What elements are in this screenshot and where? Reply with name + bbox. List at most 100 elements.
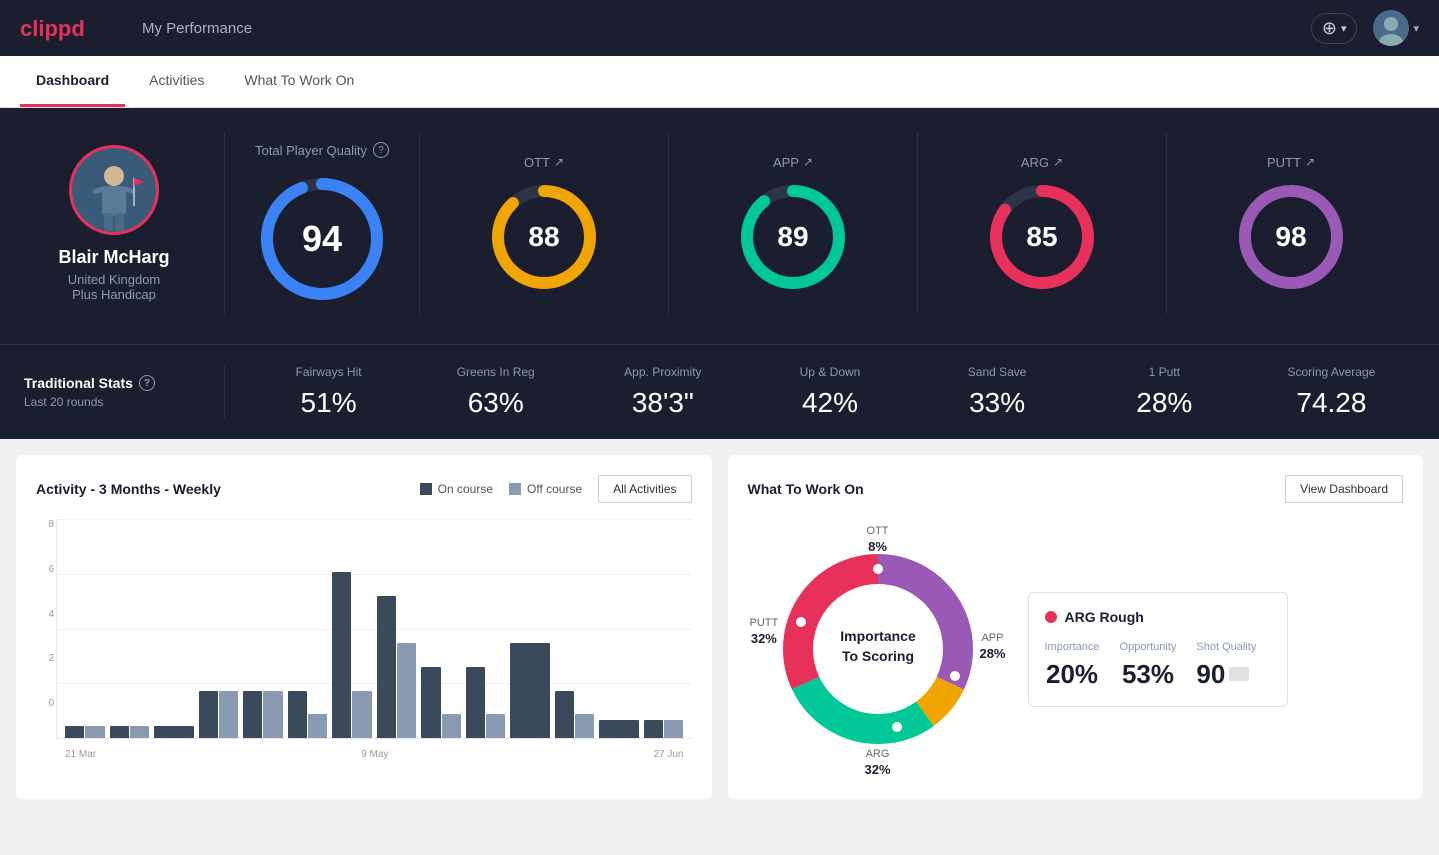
on-course-swatch [420,483,432,495]
trad-stat-fairways: Fairways Hit 51% [245,365,412,419]
bar-off [352,691,371,738]
bar-on [644,720,663,738]
chart-header: Activity - 3 Months - Weekly On course O… [36,475,692,503]
bar-on [65,726,84,738]
donut-label-putt: PUTT 32% [750,613,779,646]
y-label-2: 2 [48,653,54,664]
ott-trend: ↗ [554,155,564,169]
bar-on [421,667,440,738]
trad-stat-gir: Greens In Reg 63% [412,365,579,419]
off-course-swatch [509,483,521,495]
bar-group-4 [199,691,239,738]
svg-text:To Scoring: To Scoring [841,648,913,664]
work-panel: What To Work On View Dashboard [728,455,1424,799]
bar-group-10 [466,667,506,738]
legend-on-course: On course [420,482,493,496]
bar-on [154,726,194,738]
logo[interactable]: clippd [20,14,110,42]
bar-off [442,714,461,738]
donut-label-app: APP 28% [979,628,1005,661]
chart-legend: On course Off course [420,482,583,496]
trad-stats-values: Fairways Hit 51% Greens In Reg 63% App. … [224,365,1415,419]
view-dashboard-button[interactable]: View Dashboard [1285,475,1403,503]
bar-on [377,596,396,738]
info-stat-importance: Importance 20% [1045,641,1100,690]
player-avatar [69,145,159,235]
svg-text:Importance: Importance [840,628,916,644]
plus-icon: ⊕ [1322,18,1337,39]
hero-section: Blair McHarg United Kingdom Plus Handica… [0,108,1439,344]
ott-ring: 88 [489,182,599,292]
traditional-stats: Traditional Stats ? Last 20 rounds Fairw… [0,344,1439,439]
all-activities-button[interactable]: All Activities [598,475,691,503]
work-title: What To Work On [748,481,864,497]
score-col-app: APP ↗ 89 [669,132,918,314]
info-stat-opportunity: Opportunity 53% [1120,641,1177,690]
putt-trend: ↗ [1305,155,1315,169]
y-label-8: 8 [48,519,54,530]
player-info: Blair McHarg United Kingdom Plus Handica… [24,145,224,302]
bar-on [510,643,550,738]
tab-dashboard[interactable]: Dashboard [20,56,125,107]
legend-off-course: Off course [509,482,582,496]
y-label-4: 4 [48,609,54,620]
bar-group-5 [243,691,283,738]
bar-off [664,720,683,738]
bar-group-13 [599,720,639,738]
total-score-value: 94 [302,218,342,260]
nav-right: ⊕ ▾ ▾ [1311,10,1419,46]
info-card-dot [1045,611,1057,623]
bar-group-2 [110,726,150,738]
bar-on [243,691,262,738]
trad-stat-proximity: App. Proximity 38'3" [579,365,746,419]
trad-stat-sandsave: Sand Save 33% [914,365,1081,419]
chart-title: Activity - 3 Months - Weekly [36,481,221,497]
info-card-stats: Importance 20% Opportunity 53% Shot Qual… [1045,641,1271,690]
work-header: What To Work On View Dashboard [748,475,1404,503]
putt-ring: 98 [1236,182,1346,292]
app-value: 89 [777,221,808,253]
player-country: United Kingdom [68,272,161,287]
putt-value: 98 [1275,221,1306,253]
trad-help-icon[interactable]: ? [139,375,155,391]
help-icon[interactable]: ? [373,142,389,158]
arg-value: 85 [1026,221,1057,253]
tab-what-to-work-on[interactable]: What To Work On [228,56,370,107]
chart-panel: Activity - 3 Months - Weekly On course O… [16,455,712,799]
score-columns: OTT ↗ 88 APP [420,132,1415,314]
bar-on [110,726,129,738]
putt-label: PUTT [1267,155,1301,170]
tab-activities[interactable]: Activities [133,56,220,107]
donut-chart: Importance To Scoring OTT 8% APP 28% ARG… [748,519,1008,779]
bar-group-1 [65,726,105,738]
bar-on [199,691,218,738]
bar-off [308,714,327,738]
shot-quality-badge [1229,667,1249,681]
bar-group-11 [510,643,550,738]
info-stat-shot-quality: Shot Quality 90 [1196,641,1256,690]
user-avatar-button[interactable]: ▾ [1373,10,1419,46]
bar-off [486,714,505,738]
bar-on [599,720,639,738]
add-button[interactable]: ⊕ ▾ [1311,13,1358,44]
x-label-mar: 21 Mar [65,749,96,760]
donut-label-ott: OTT 8% [867,521,889,554]
chevron-down-icon: ▾ [1341,22,1347,35]
scores-area: Total Player Quality ? 94 [224,132,1415,314]
bar-off [397,643,416,738]
off-course-label: Off course [527,482,582,496]
ott-value: 88 [528,221,559,253]
x-label-jun: 27 Jun [653,749,683,760]
total-score-ring: 94 [257,174,387,304]
bar-group-12 [555,691,595,738]
bar-on [466,667,485,738]
bar-off [575,714,594,738]
donut-svg: Importance To Scoring [748,519,1008,779]
score-col-ott: OTT ↗ 88 [420,132,669,314]
score-col-putt: PUTT ↗ 98 [1167,132,1415,314]
total-quality: Total Player Quality ? 94 [225,132,420,314]
trad-stat-updown: Up & Down 42% [746,365,913,419]
main-content: Activity - 3 Months - Weekly On course O… [0,439,1439,815]
bar-off [130,726,149,738]
avatar [1373,10,1409,46]
